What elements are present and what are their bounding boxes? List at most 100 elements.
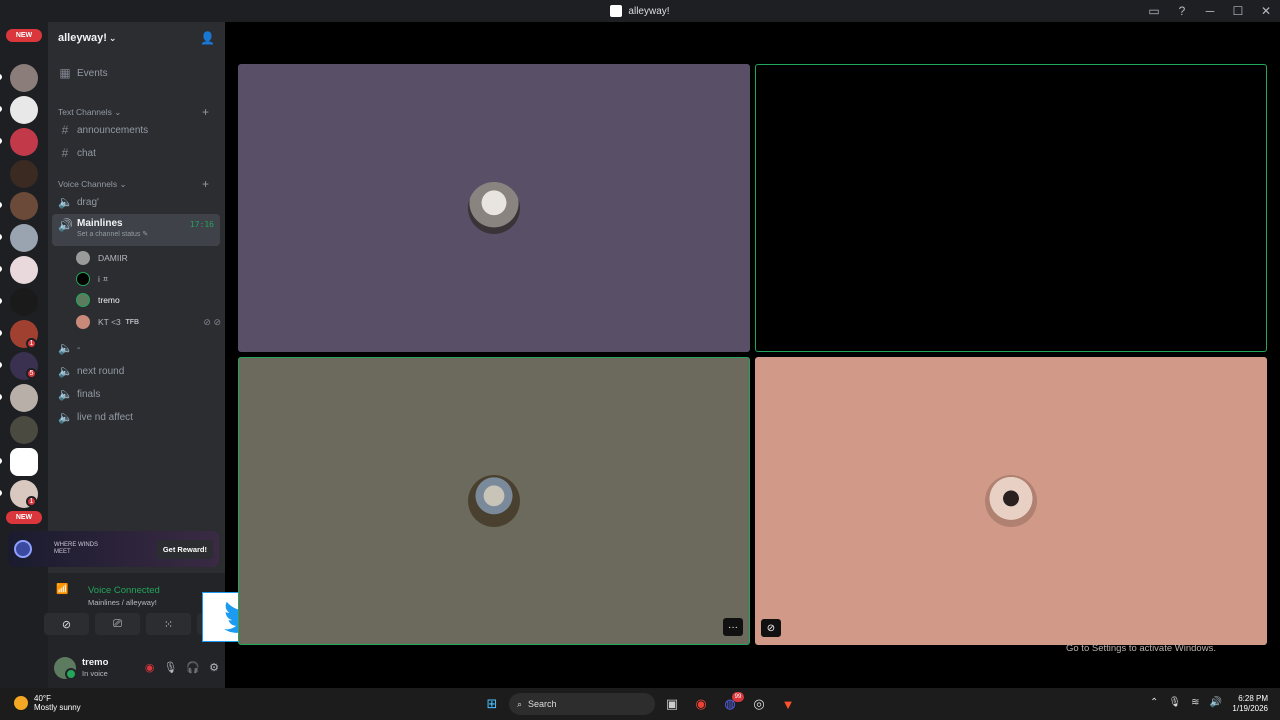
unread-pip — [0, 490, 2, 496]
speaker-icon: 🔈 — [58, 195, 73, 209]
events-label: Events — [77, 67, 108, 79]
clock-date: 1/19/2026 — [1232, 704, 1268, 713]
help-icon[interactable]: ? — [1168, 0, 1196, 22]
voice-location[interactable]: Mainlines / alleyway! — [88, 598, 157, 607]
speaker-icon: 🔈 — [58, 387, 73, 401]
weather-widget[interactable]: 40°F Mostly sunny — [14, 694, 81, 712]
add-channel-icon[interactable]: + — [202, 177, 209, 191]
activities-button[interactable]: ⁙ — [146, 613, 191, 635]
voice-channel-drag[interactable]: 🔈 drag' — [52, 192, 220, 212]
windows-start-icon[interactable]: ⊞ — [482, 694, 502, 714]
unread-pip — [0, 458, 2, 464]
chevron-up-icon[interactable]: ⌃ — [1150, 697, 1158, 708]
voice-user-tag: ㅍ — [102, 276, 109, 283]
microphone-icon[interactable]: 🎙 — [163, 661, 177, 674]
video-tile[interactable]: ⊘ — [755, 357, 1267, 645]
avatar — [468, 475, 520, 527]
channel-sidebar: alleyway! ⌄ 👤 ▦ Events Text Channels ⌄ + #… — [8, 22, 242, 688]
user-status: In voice — [82, 668, 108, 678]
events-item[interactable]: ▦ Events — [52, 63, 220, 83]
server-icon[interactable] — [10, 160, 38, 188]
speaker-icon: 🔈 — [58, 410, 73, 424]
invite-icon[interactable]: 👤 — [200, 31, 215, 45]
text-category[interactable]: Text Channels ⌄ + — [58, 105, 209, 119]
clock[interactable]: 6:28 PM 1/19/2026 — [1224, 694, 1268, 714]
server-icon[interactable] — [10, 256, 38, 284]
mention-badge: 1 — [26, 496, 37, 507]
channel-chat[interactable]: # chat — [52, 143, 220, 163]
server-icon[interactable] — [10, 224, 38, 252]
server-icon[interactable] — [10, 288, 38, 316]
voice-channel-finals[interactable]: 🔈 finals — [52, 384, 220, 404]
hash-icon: # — [61, 123, 69, 137]
server-icon[interactable] — [10, 384, 38, 412]
minimize-button[interactable]: ─ — [1196, 0, 1224, 22]
voice-channel-live[interactable]: 🔈 live nd affect — [52, 407, 220, 427]
get-reward-button[interactable]: Get Reward! — [156, 539, 213, 559]
avatar[interactable] — [54, 656, 77, 680]
new-pill: NEW — [6, 511, 42, 524]
server-icon[interactable] — [10, 416, 38, 444]
gear-icon[interactable]: ⚙ — [209, 661, 219, 674]
voice-user[interactable]: KT <3 TFB ⊘ ⊘ — [76, 313, 221, 331]
hash-icon: # — [61, 146, 69, 160]
wifi-icon[interactable]: ≋ — [1191, 697, 1199, 708]
camera-off-button[interactable]: ⊘ — [44, 613, 89, 635]
chrome-icon[interactable]: ◉ — [691, 694, 711, 714]
server-icon[interactable] — [10, 128, 38, 156]
task-view-icon[interactable]: ▣ — [662, 694, 682, 714]
steam-icon[interactable]: ◎ — [749, 694, 769, 714]
video-off-icon[interactable]: ⊘ — [761, 619, 781, 637]
microphone-icon[interactable]: 🎙 — [1168, 697, 1181, 708]
screen-share-button[interactable]: ⎚ — [95, 613, 140, 635]
activation-watermark: Go to Settings to activate Windows. — [1066, 643, 1216, 654]
unread-pip — [0, 394, 2, 400]
channel-status[interactable]: Set a channel status ✎ — [77, 229, 148, 240]
voice-status[interactable]: Voice Connected — [88, 585, 160, 596]
weather-desc: Mostly sunny — [34, 703, 81, 712]
server-icon[interactable] — [10, 64, 38, 92]
voice-user[interactable]: i ㅍ — [76, 270, 221, 288]
voice-user[interactable]: tremo — [76, 291, 221, 309]
headphones-icon[interactable]: 🎧 — [186, 661, 200, 674]
search-box[interactable]: ⌕ Search — [509, 693, 655, 715]
inbox-icon[interactable]: ▭ — [1140, 0, 1168, 22]
server-icon[interactable] — [10, 448, 38, 476]
game-icon[interactable]: ◉ — [145, 661, 155, 674]
voice-user-name: DAMIIR — [98, 253, 128, 263]
maximize-button[interactable]: ☐ — [1224, 0, 1252, 22]
channel-label: finals — [77, 388, 101, 400]
avatar — [76, 315, 90, 329]
search-placeholder: Search — [528, 699, 557, 709]
channel-label: next round — [77, 365, 125, 377]
more-options-button[interactable]: ··· — [723, 618, 743, 636]
video-tile[interactable]: ··· — [238, 357, 750, 645]
video-tile[interactable] — [238, 64, 750, 352]
unread-pip — [0, 266, 2, 272]
server-icon[interactable] — [10, 96, 38, 124]
mention-badge: 1 — [26, 338, 37, 349]
brave-icon[interactable]: ▼ — [778, 694, 798, 714]
signal-icon: 📶 — [56, 584, 69, 595]
channel-announcements[interactable]: # announcements — [52, 120, 220, 140]
add-channel-icon[interactable]: + — [202, 105, 209, 119]
video-tile[interactable] — [755, 64, 1267, 352]
voice-user[interactable]: DAMIIR — [76, 249, 221, 267]
user-panel: tremo In voice ◉ 🎙 🎧 ⚙ — [48, 647, 225, 688]
volume-icon[interactable]: 🔊 — [1209, 697, 1221, 708]
voice-category[interactable]: Voice Channels ⌄ + — [58, 177, 209, 191]
sun-icon — [14, 696, 28, 710]
server-icon[interactable] — [10, 192, 38, 220]
muted-icon: ⊘ ⊘ — [203, 316, 221, 327]
voice-channel-next-round[interactable]: 🔈 next round — [52, 361, 220, 381]
close-button[interactable]: ✕ — [1252, 0, 1280, 22]
avatar — [76, 293, 90, 307]
voice-channel-dash[interactable]: 🔈 - — [52, 338, 220, 358]
server-header[interactable]: alleyway! ⌄ 👤 — [48, 22, 225, 54]
unread-pip — [0, 330, 2, 336]
user-name: tremo — [82, 656, 109, 668]
discord-badge: 99 — [732, 692, 744, 702]
unread-pip — [0, 74, 2, 80]
voice-channel-mainlines[interactable]: 🔊 Mainlines Set a channel status ✎ 17:16 — [52, 214, 220, 246]
unread-pip — [0, 362, 2, 368]
